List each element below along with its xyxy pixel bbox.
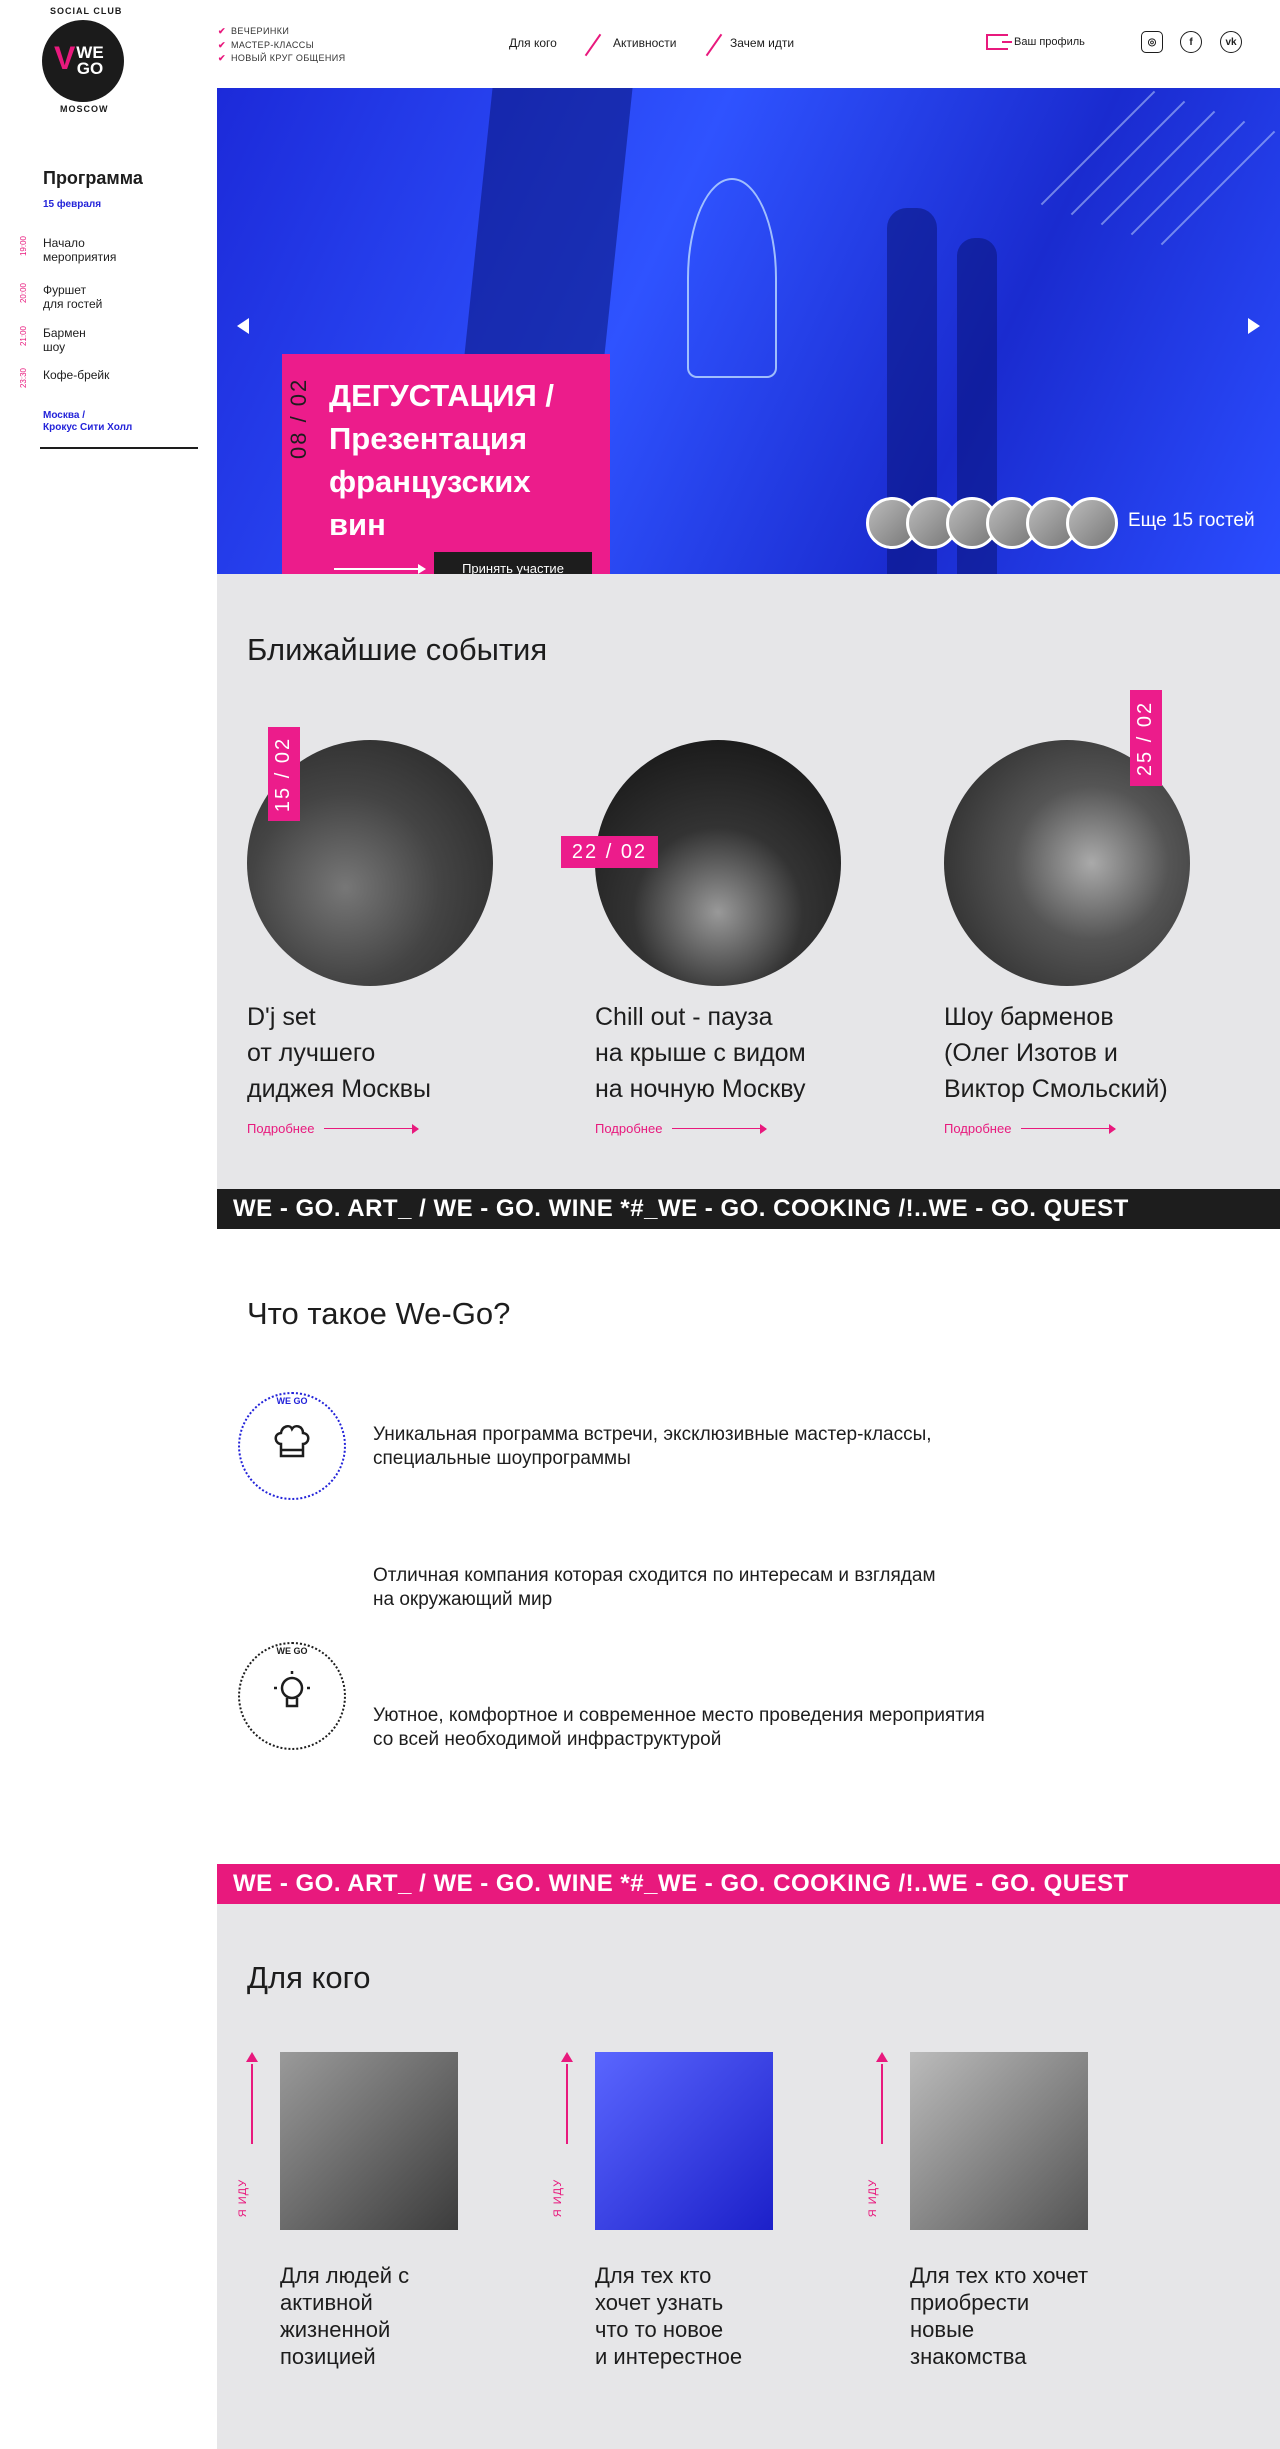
audience-heading: Для кого bbox=[247, 1960, 371, 1995]
audience-image bbox=[910, 2052, 1088, 2230]
more-guests-link[interactable]: Еще 15 гостей bbox=[1128, 510, 1255, 532]
nav-link-activities[interactable]: Активности bbox=[613, 36, 676, 50]
feature-text: Уютное, комфортное и современное место п… bbox=[373, 1705, 985, 1750]
hero-promo-card: 08 / 02 ДЕГУСТАЦИЯ / Презентация француз… bbox=[282, 354, 610, 599]
instagram-icon[interactable]: ◎ bbox=[1141, 31, 1163, 53]
event-date-tag: 22 / 02 bbox=[561, 836, 658, 868]
feature-badge: WE GO bbox=[238, 1392, 346, 1500]
program-time: 23:30 bbox=[19, 368, 28, 389]
audience-title: Для тех кто хочет узнать что то новое и … bbox=[595, 2263, 743, 2369]
vk-icon[interactable]: vk bbox=[1220, 31, 1242, 53]
login-icon bbox=[986, 34, 1012, 50]
arrow-up-icon bbox=[246, 2052, 258, 2062]
checklist-item: ✔ НОВЫЙ КРУГ ОБЩЕНИЯ bbox=[218, 53, 346, 63]
ticker-banner: WE - GO. ART_ / WE - GO. WINE *#_WE - GO… bbox=[217, 1864, 1280, 1904]
arrow-right-icon bbox=[324, 1124, 420, 1133]
check-icon: ✔ bbox=[218, 40, 226, 50]
hero-wine-glass bbox=[687, 178, 777, 378]
event-date-tag: 15 / 02 bbox=[268, 727, 300, 821]
program-item: 23:30 Кофе-брейк bbox=[19, 368, 110, 388]
program-time: 19:00 bbox=[19, 236, 28, 257]
event-more-link[interactable]: Подробнее bbox=[944, 1121, 1117, 1136]
about-heading: Что такое We-Go? bbox=[247, 1296, 511, 1331]
event-more-link[interactable]: Подробнее bbox=[595, 1121, 768, 1136]
hero-title: ДЕГУСТАЦИЯ / Презентация французских вин bbox=[329, 378, 555, 542]
logo[interactable]: V WE GO bbox=[42, 20, 124, 102]
divider bbox=[40, 447, 198, 449]
badge-ring bbox=[238, 1642, 346, 1750]
audience-side-marker: Я ИДУ bbox=[237, 2052, 260, 2230]
arrow-right-icon bbox=[1021, 1124, 1117, 1133]
program-date: 15 февраля bbox=[43, 199, 102, 210]
audience-image bbox=[595, 2052, 773, 2230]
profile-link[interactable]: Ваш профиль bbox=[986, 34, 1085, 50]
feature-badge: WE GO bbox=[238, 1642, 346, 1750]
event-title: Шоу барменов (Олег Изотов и Виктор Смоль… bbox=[944, 1003, 1168, 1103]
logo-ring-top: SOCIAL CLUB bbox=[50, 6, 123, 16]
program-label: Фуршет для гостей bbox=[43, 283, 103, 311]
feature-text: Отличная компания которая сходится по ин… bbox=[373, 1565, 936, 1610]
hero-date: 08 / 02 bbox=[286, 377, 311, 459]
event-title: Chill out - пауза на крыше с видом на но… bbox=[595, 1003, 806, 1103]
checklist-item: ✔ МАСТЕР-КЛАССЫ bbox=[218, 40, 315, 50]
arrow-line-icon bbox=[334, 564, 426, 574]
nav-link-why-go[interactable]: Зачем идти bbox=[730, 36, 794, 50]
event-title: D'j set от лучшего диджея Москвы bbox=[247, 1003, 431, 1103]
program-location: Москва / Крокус Сити Холл bbox=[43, 410, 133, 433]
slider-next-arrow[interactable] bbox=[1248, 318, 1260, 334]
badge-text: WE GO bbox=[276, 1396, 308, 1406]
event-more-link[interactable]: Подробнее bbox=[247, 1121, 420, 1136]
program-item: 21:00 Бармен шоу bbox=[19, 326, 86, 354]
program-time: 20:00 bbox=[19, 283, 28, 304]
program-time: 21:00 bbox=[19, 326, 28, 347]
audience-image bbox=[280, 2052, 458, 2230]
arrow-up-icon bbox=[561, 2052, 573, 2062]
program-title: Программа bbox=[43, 168, 143, 188]
facebook-icon[interactable]: f bbox=[1180, 31, 1202, 53]
event-date-tag: 25 / 02 bbox=[1130, 690, 1162, 786]
arrow-up-icon bbox=[876, 2052, 888, 2062]
logo-ring-bottom: MOSCOW bbox=[60, 104, 109, 114]
guest-avatar[interactable] bbox=[1066, 497, 1118, 549]
events-heading: Ближайшие события bbox=[247, 632, 548, 667]
check-icon: ✔ bbox=[218, 53, 226, 63]
program-label: Начало мероприятия bbox=[43, 236, 117, 264]
program-label: Кофе-брейк bbox=[43, 368, 110, 382]
program-label: Бармен шоу bbox=[43, 326, 86, 354]
logo-v-mark: V bbox=[54, 40, 76, 76]
nav-link-for-whom[interactable]: Для кого bbox=[509, 36, 557, 50]
nav-divider bbox=[705, 33, 723, 57]
checklist-item: ✔ ВЕЧЕРИНКИ bbox=[218, 26, 290, 36]
arrow-right-icon bbox=[672, 1124, 768, 1133]
feature-text: Уникальная программа встречи, эксклюзивн… bbox=[373, 1424, 932, 1469]
badge-ring bbox=[238, 1392, 346, 1500]
nav-divider bbox=[584, 33, 602, 57]
ticker-banner: WE - GO. ART_ / WE - GO. WINE *#_WE - GO… bbox=[217, 1189, 1280, 1229]
program-item: 20:00 Фуршет для гостей bbox=[19, 283, 103, 311]
audience-title: Для людей с активной жизненной позицией bbox=[280, 2263, 410, 2369]
logo-center-text: WE GO bbox=[76, 43, 104, 78]
audience-side-marker: Я ИДУ bbox=[552, 2052, 575, 2230]
check-icon: ✔ bbox=[218, 26, 226, 36]
badge-text: WE GO bbox=[276, 1646, 308, 1656]
slider-prev-arrow[interactable] bbox=[237, 318, 249, 334]
audience-title: Для тех кто хочет приобрести новые знако… bbox=[910, 2263, 1089, 2369]
program-item: 19:00 Начало мероприятия bbox=[19, 236, 117, 264]
audience-side-marker: Я ИДУ bbox=[867, 2052, 890, 2230]
